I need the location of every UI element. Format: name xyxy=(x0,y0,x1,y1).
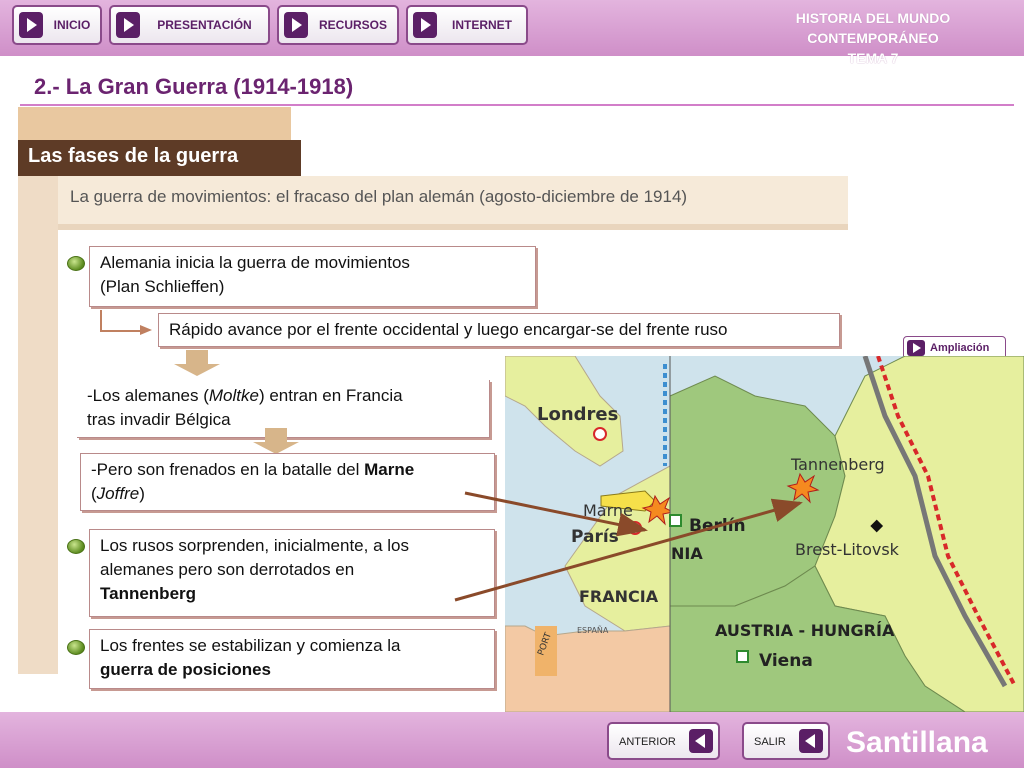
content-text: Rápido avance por el frente occidental y… xyxy=(169,320,728,339)
nav-internet-label: INTERNET xyxy=(452,18,512,32)
map-label-paris: París xyxy=(571,527,619,547)
left-band xyxy=(18,176,58,674)
content-text: Los frentes se estabilizan y comienza la xyxy=(100,636,401,655)
map-label-berlin: Berlín xyxy=(689,516,746,536)
marne-name: Marne xyxy=(364,460,415,479)
map-label-francia: FRANCIA xyxy=(579,587,659,606)
anterior-button[interactable]: ANTERIOR xyxy=(607,722,720,760)
section-tab: Las fases de la guerra xyxy=(18,140,301,176)
bullet-icon xyxy=(67,539,85,554)
anterior-label: ANTERIOR xyxy=(619,736,676,748)
content-text: -Pero son frenados en la batalle del Mar… xyxy=(91,460,415,479)
bullet-icon xyxy=(67,640,85,655)
posiciones-text: guerra de posiciones xyxy=(100,660,271,679)
londres-marker xyxy=(593,427,607,441)
salir-label: SALIR xyxy=(754,736,786,748)
subtitle-bar: La guerra de movimientos: el fracaso del… xyxy=(58,176,848,224)
nav-recursos-button[interactable]: RECURSOS xyxy=(277,5,399,45)
content-text: alemanes pero son derrotados en xyxy=(100,560,355,579)
play-arrow-icon xyxy=(413,12,437,38)
map-label-brest: Brest-Litovsk xyxy=(795,540,900,559)
content-box-tannenberg: Los rusos sorprenden, inicialmente, a lo… xyxy=(89,529,495,617)
nav-presentacion-label: PRESENTACIÓN xyxy=(157,18,252,32)
course-title-line2: TEMA 7 xyxy=(847,50,899,66)
map-label-marne: Marne xyxy=(583,501,633,520)
map-label-nia: NIA xyxy=(671,544,703,563)
map-label-viena: Viena xyxy=(759,651,813,671)
down-arrow-icon xyxy=(253,428,299,454)
page-title: 2.- La Gran Guerra (1914-1918) xyxy=(34,74,354,99)
play-arrow-icon xyxy=(116,12,140,38)
content-text: (Plan Schlieffen) xyxy=(100,277,225,296)
brand-logo: Santillana xyxy=(846,726,988,759)
content-text: -Los alemanes (Moltke) entran en Francia xyxy=(87,386,403,405)
nav-inicio-label: INICIO xyxy=(53,18,91,32)
nav-internet-button[interactable]: INTERNET xyxy=(406,5,528,45)
course-title: HISTORIA DEL MUNDO CONTEMPORÁNEO TEMA 7 xyxy=(758,8,988,68)
down-arrow-icon xyxy=(174,350,220,376)
nav-recursos-label: RECURSOS xyxy=(318,18,387,32)
play-arrow-icon xyxy=(19,12,43,38)
content-box-posiciones: Los frentes se estabilizan y comienza la… xyxy=(89,629,495,689)
war-map[interactable]: Londres Marne París FRANCIA ESPAÑA PORT … xyxy=(505,356,1024,712)
content-text: Los rusos sorprenden, inicialmente, a lo… xyxy=(100,536,409,555)
subtitle-text: La guerra de movimientos: el fracaso del… xyxy=(70,187,688,206)
nav-presentacion-button[interactable]: PRESENTACIÓN xyxy=(109,5,270,45)
paris-marker xyxy=(628,521,642,535)
map-label-londres: Londres xyxy=(537,404,618,425)
title-divider xyxy=(20,104,1014,106)
connector-line xyxy=(100,310,142,332)
ampliacion-label: Ampliación xyxy=(930,342,990,354)
berlin-marker xyxy=(669,514,682,527)
back-arrow-icon xyxy=(689,729,713,753)
content-text: (Joffre) xyxy=(91,484,145,503)
course-title-line1: HISTORIA DEL MUNDO CONTEMPORÁNEO xyxy=(795,10,951,46)
subtitle-bar-shadow xyxy=(58,224,848,230)
connector-arrow-icon xyxy=(140,325,152,335)
salir-button[interactable]: SALIR xyxy=(742,722,830,760)
viena-marker xyxy=(736,650,749,663)
back-arrow-icon xyxy=(799,729,823,753)
play-arrow-icon xyxy=(907,340,925,356)
map-label-tannenberg: Tannenberg xyxy=(790,455,885,474)
tannenberg-name: Tannenberg xyxy=(100,584,197,603)
joffre-name: Joffre xyxy=(96,484,140,503)
nav-inicio-button[interactable]: INICIO xyxy=(12,5,102,45)
content-text: Alemania inicia la guerra de movimientos xyxy=(100,253,410,272)
map-label-austria: AUSTRIA - HUNGRÍA xyxy=(715,621,895,640)
section-tab-label: Las fases de la guerra xyxy=(28,145,239,167)
play-arrow-icon xyxy=(284,12,308,38)
moltke-name: Moltke xyxy=(208,386,259,405)
content-box-marne: -Pero son frenados en la batalle del Mar… xyxy=(80,453,495,511)
map-label-espana: ESPAÑA xyxy=(577,625,609,635)
content-box-avance: Rápido avance por el frente occidental y… xyxy=(158,313,840,347)
iberia-land xyxy=(505,625,671,712)
bullet-icon xyxy=(67,256,85,271)
content-box-plan-schlieffen: Alemania inicia la guerra de movimientos… xyxy=(89,246,536,307)
